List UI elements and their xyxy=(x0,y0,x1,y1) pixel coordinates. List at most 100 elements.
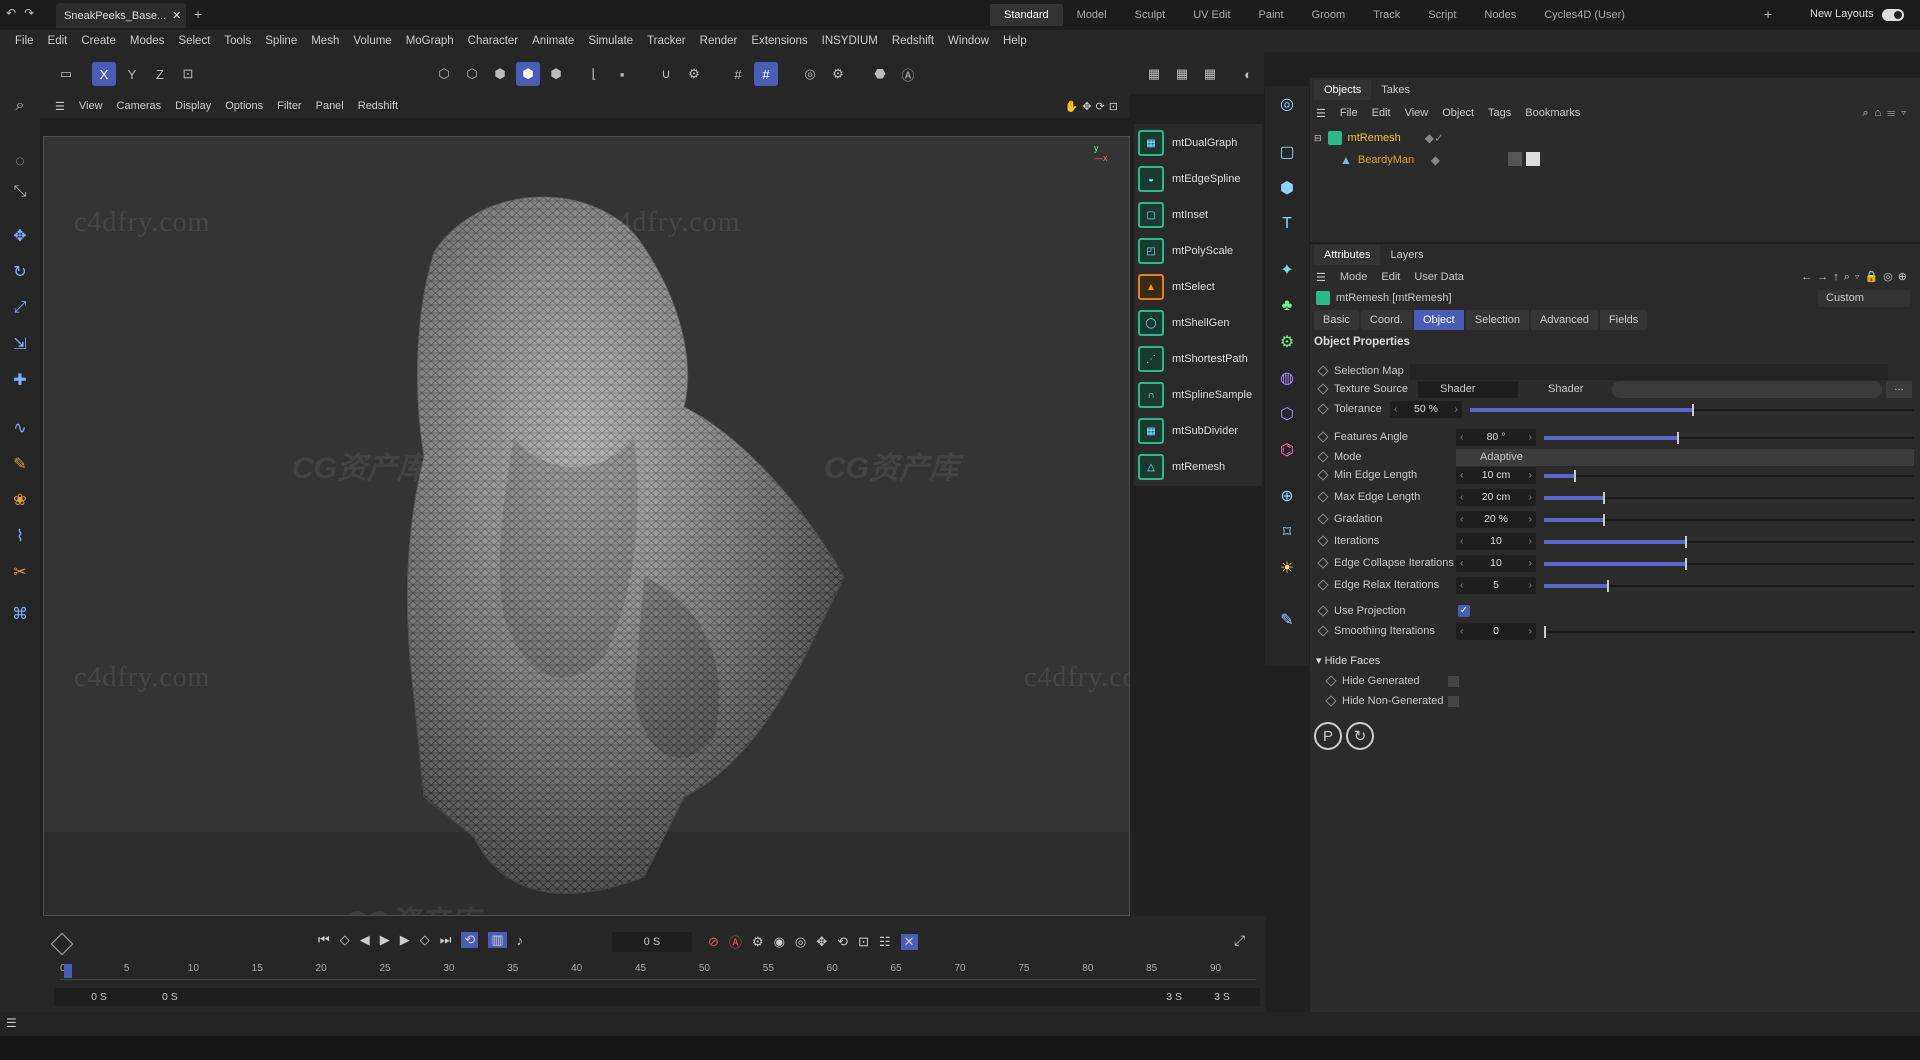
coordinates-tool-icon[interactable]: ✚ xyxy=(6,366,34,394)
layout-tab[interactable]: Sculpt xyxy=(1121,4,1180,26)
attr-menu-mode[interactable]: Mode xyxy=(1340,271,1368,283)
keyframe-icon[interactable] xyxy=(1317,469,1329,481)
slider-knob[interactable] xyxy=(1677,432,1680,444)
select-object-icon[interactable]: ◎ xyxy=(1273,90,1301,118)
record-icon[interactable]: ⊘ xyxy=(708,934,719,950)
viewport-nav-icons[interactable]: ✋✥⟳⊡ xyxy=(1058,100,1130,113)
mode-dropdown[interactable]: Adaptive xyxy=(1456,449,1914,466)
slider-knob[interactable] xyxy=(1573,470,1576,482)
deformer-icon[interactable]: ⚙ xyxy=(1273,328,1301,356)
polygons-mode-icon[interactable]: ⬢ xyxy=(488,62,512,86)
param-slider[interactable] xyxy=(1544,536,1914,548)
render-settings-icon[interactable]: ▦ xyxy=(1198,62,1222,86)
menu-render[interactable]: Render xyxy=(693,35,745,47)
plugin-mtselect[interactable]: ▲ mtSelect xyxy=(1138,270,1262,304)
cloner-icon[interactable]: ♣ xyxy=(1273,292,1301,320)
attr-nav-icons[interactable]: ←→↑⌕▿🔒◎⊕ xyxy=(1801,270,1920,284)
keyframe-icon[interactable] xyxy=(1317,403,1329,415)
axis-z-button[interactable]: Z xyxy=(148,62,172,86)
layout-tab[interactable]: Track xyxy=(1359,4,1414,26)
environment-icon[interactable]: ⊕ xyxy=(1273,482,1301,510)
edges-mode-icon[interactable]: ⬡ xyxy=(460,62,484,86)
edit-tag-icon[interactable]: ✎ xyxy=(1273,606,1301,634)
motion-tool-icon[interactable]: ✕ xyxy=(900,933,918,950)
param-field[interactable]: 10 xyxy=(1456,533,1536,550)
keyframe-icon[interactable] xyxy=(1317,365,1329,377)
param-slider[interactable] xyxy=(1544,492,1914,504)
subtab-fields[interactable]: Fields xyxy=(1599,310,1648,330)
keyframe-icon[interactable] xyxy=(1317,383,1329,395)
model-mode-icon[interactable]: ▭ xyxy=(54,62,78,86)
param-field[interactable]: 10 cm xyxy=(1456,467,1536,484)
go-to-start-icon[interactable]: ⏮ xyxy=(318,932,330,948)
keyframe-icon[interactable] xyxy=(1325,695,1337,707)
speaker-icon[interactable]: ♪ xyxy=(517,933,524,948)
python-icon[interactable]: P xyxy=(1314,722,1342,750)
objects-menu-file[interactable]: File xyxy=(1340,107,1358,119)
material-tag-icon[interactable] xyxy=(1526,152,1540,166)
playhead[interactable] xyxy=(64,964,72,978)
new-tab-icon[interactable]: + xyxy=(194,6,202,22)
document-tab[interactable]: SneakPeeks_Base... ✕ xyxy=(56,3,186,28)
plugin-mtdualgraph[interactable]: ▦ mtDualGraph xyxy=(1138,126,1262,160)
expand-timeline-icon[interactable]: ⤢ xyxy=(1234,932,1245,949)
tab-takes[interactable]: Takes xyxy=(1371,80,1420,100)
phong-tag-icon[interactable] xyxy=(1508,152,1522,166)
param-field[interactable]: 20 cm xyxy=(1456,489,1536,506)
subtab-selection[interactable]: Selection xyxy=(1465,310,1529,330)
layout-tab[interactable]: Script xyxy=(1414,4,1470,26)
add-layout-icon[interactable]: + xyxy=(1764,6,1772,22)
next-frame-icon[interactable]: ▶ xyxy=(400,932,410,948)
layout-tab[interactable]: Groom xyxy=(1298,4,1360,26)
layout-tab[interactable]: Standard xyxy=(990,4,1063,26)
plugin-mtedgespline[interactable]: ◒ mtEdgeSpline xyxy=(1138,162,1262,196)
menu-window[interactable]: Window xyxy=(941,35,996,47)
param-field[interactable]: 5 xyxy=(1456,577,1536,594)
menu-redshift[interactable]: Redshift xyxy=(885,35,941,47)
menu-file[interactable]: File xyxy=(8,35,41,47)
plugin-mtshellgen[interactable]: ◯ mtShellGen xyxy=(1138,306,1262,340)
key-scale-icon[interactable]: ✥ xyxy=(816,934,827,950)
undo-icon[interactable]: ↶ xyxy=(6,6,16,20)
plugin-mtsplinesample[interactable]: ∩ mtSplineSample xyxy=(1138,378,1262,412)
objects-menu-view[interactable]: View xyxy=(1405,107,1429,119)
axis-y-button[interactable]: Y xyxy=(120,62,144,86)
viewport-menu-display[interactable]: Display xyxy=(168,100,218,112)
keyframe-icon[interactable] xyxy=(1317,625,1329,637)
param-slider[interactable] xyxy=(1544,558,1914,570)
prev-key-icon[interactable]: ◇ xyxy=(340,932,350,948)
viewport-menu-cameras[interactable]: Cameras xyxy=(110,100,169,112)
menu-select[interactable]: Select xyxy=(171,35,217,47)
objects-search-icon[interactable]: ⌕⌂☰▿ xyxy=(1862,107,1920,120)
cube-icon[interactable]: ⬢ xyxy=(1273,174,1301,202)
plugin-mtshortestpath[interactable]: ⋰ mtShortestPath xyxy=(1138,342,1262,376)
sketch-tool-icon[interactable]: ✎ xyxy=(6,450,34,478)
menu-mesh[interactable]: Mesh xyxy=(304,35,346,47)
lock-icon[interactable]: ◎ xyxy=(798,62,822,86)
param-slider[interactable] xyxy=(1544,580,1914,592)
null-object-icon[interactable]: ▢ xyxy=(1273,138,1301,166)
redo-icon[interactable]: ↷ xyxy=(24,6,34,20)
features-angle-field[interactable]: 80 ° xyxy=(1456,429,1536,446)
menu-character[interactable]: Character xyxy=(461,35,526,47)
grid-snap-icon[interactable]: # xyxy=(754,62,778,86)
timeline-ruler[interactable]: 0 5 10 15 20 25 30 35 40 45 50 55 60 65 70 75 80 85 90 xyxy=(60,960,1256,980)
menu-tracker[interactable]: Tracker xyxy=(640,35,693,47)
visibility-icon[interactable]: ◆ xyxy=(1431,153,1440,167)
viewport-menu-view[interactable]: View xyxy=(72,100,110,112)
current-time-field[interactable]: 0 S xyxy=(612,932,692,952)
uv-mode-icon[interactable]: ⬢ xyxy=(544,62,568,86)
smoothing-slider[interactable] xyxy=(1544,626,1914,638)
keyframe-mode-icon[interactable] xyxy=(50,932,74,956)
solo-icon[interactable]: ⬣ xyxy=(868,62,892,86)
menu-spline[interactable]: Spline xyxy=(258,35,304,47)
axis-mode-icon[interactable]: ▪ xyxy=(610,62,634,86)
camera-icon[interactable]: ⌑ xyxy=(1273,518,1301,546)
hamburger-icon[interactable]: ☰ xyxy=(1316,107,1326,120)
subtab-basic[interactable]: Basic xyxy=(1314,310,1359,330)
object-row-beardyman[interactable]: ▲ BeardyMan ◆ xyxy=(1340,150,1910,170)
play-icon[interactable]: ▶ xyxy=(380,932,390,948)
workplane-icon[interactable]: ⌊ xyxy=(582,62,606,86)
selection-map-field[interactable] xyxy=(1410,364,1888,380)
settings-icon[interactable]: ⚙ xyxy=(826,62,850,86)
